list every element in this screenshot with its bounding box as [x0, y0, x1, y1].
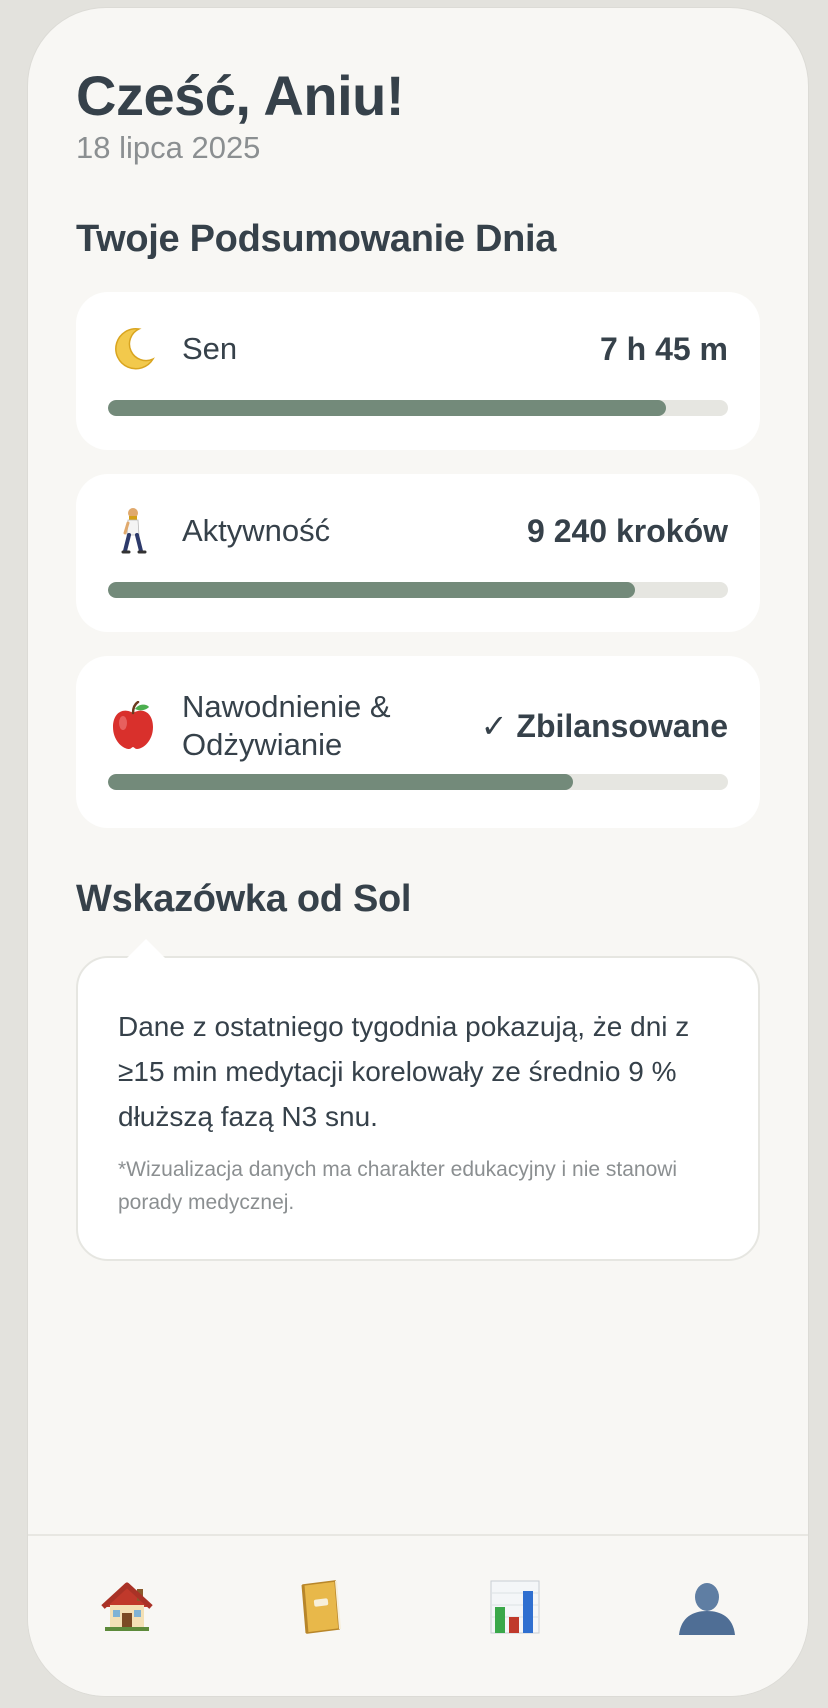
tip-text: Dane z ostatniego tygodnia pokazują, że … [118, 1011, 690, 1132]
activity-card[interactable]: Aktywność 9 240 kroków [76, 474, 760, 632]
tab-stats[interactable] [480, 1574, 550, 1644]
nutrition-value: ✓ Zbilansowane [480, 708, 728, 744]
bar-chart-icon [489, 1579, 541, 1640]
nutrition-card[interactable]: Nawodnienie & Odżywianie ✓ Zbilansowane [76, 656, 760, 828]
walking-person-icon [108, 506, 158, 556]
tab-bar [28, 1534, 808, 1696]
date-label: 18 lipca 2025 [76, 130, 261, 165]
tab-journal[interactable] [286, 1574, 356, 1644]
sleep-label: Sen [182, 331, 238, 366]
activity-progress-fill [108, 582, 635, 598]
tip-title: Wskazówka od Sol [76, 878, 412, 920]
activity-progress-bar [108, 582, 728, 598]
activity-label: Aktywność [182, 513, 331, 548]
summary-title: Twoje Podsumowanie Dnia [76, 218, 557, 260]
sleep-progress-fill [108, 400, 666, 416]
nutrition-progress-bar [108, 774, 728, 790]
nutrition-label-line2: Odżywianie [182, 727, 343, 762]
sleep-progress-bar [108, 400, 728, 416]
tip-pointer [126, 939, 166, 959]
sleep-card[interactable]: Sen 7 h 45 m [76, 292, 760, 450]
nutrition-label: Nawodnienie & Odżywianie [182, 688, 391, 764]
nutrition-progress-fill [108, 774, 573, 790]
tip-disclaimer: *Wizualizacja danych ma charakter edukac… [118, 1158, 678, 1214]
home-icon [99, 1579, 155, 1640]
greeting-title: Cześć, Aniu! [76, 64, 404, 127]
nutrition-label-line1: Nawodnienie & [182, 689, 391, 724]
journal-icon [295, 1579, 347, 1640]
profile-icon [677, 1579, 737, 1640]
tab-profile[interactable] [672, 1574, 742, 1644]
tab-home[interactable] [92, 1574, 162, 1644]
phone-screen: Cześć, Aniu! 18 lipca 2025 Twoje Podsumo… [28, 8, 808, 1696]
activity-value: 9 240 kroków [527, 512, 728, 549]
apple-icon [108, 701, 158, 751]
moon-icon [108, 324, 158, 374]
sleep-value: 7 h 45 m [599, 330, 728, 367]
main-content: Cześć, Aniu! 18 lipca 2025 Twoje Podsumo… [76, 64, 760, 1261]
tip-card: Dane z ostatniego tygodnia pokazują, że … [76, 939, 760, 1261]
